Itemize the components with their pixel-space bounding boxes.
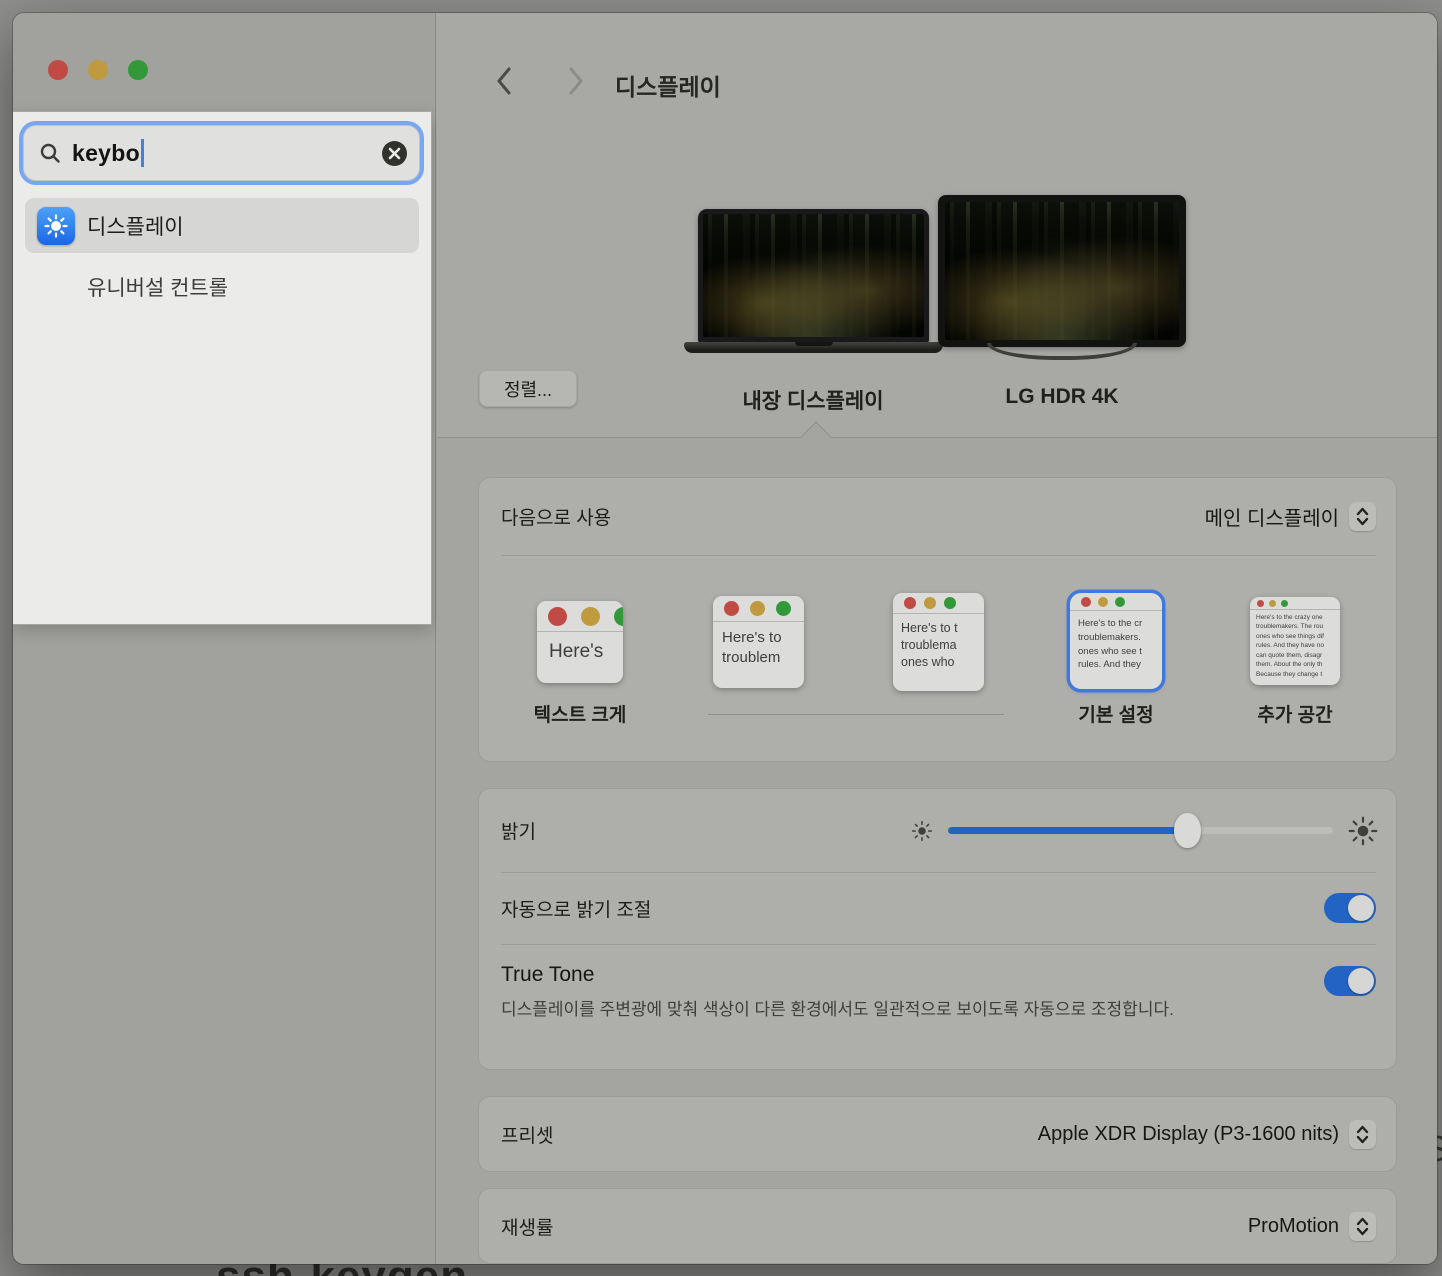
toggle-knob (1348, 895, 1374, 921)
scaling-label-larger-text: 텍스트 크게 (490, 700, 670, 727)
scaling-preview-text: Here's to the crazy one troublemakers. T… (1250, 610, 1340, 679)
scaling-label-more-space: 추가 공간 (1205, 700, 1385, 727)
display-thumbnail-builtin[interactable] (698, 209, 929, 355)
close-button[interactable] (48, 60, 68, 80)
brightness-dim-icon (911, 820, 933, 842)
scaling-option-more-space[interactable]: Here's to the crazy one troublemakers. T… (1250, 597, 1340, 685)
true-tone-toggle[interactable] (1324, 966, 1376, 996)
monitor-stand (987, 343, 1137, 360)
search-input[interactable]: keybo (23, 125, 420, 181)
scaling-preview-text: Here's to troublem (713, 622, 804, 669)
text-caret (141, 139, 144, 167)
search-result-label: 유니버설 컨트롤 (87, 272, 228, 302)
brightness-label: 밝기 (501, 817, 536, 844)
chevron-right-icon (568, 67, 584, 95)
mini-window-titlebar (1070, 593, 1162, 611)
auto-brightness-label: 자동으로 밝기 조절 (501, 895, 651, 922)
true-tone-description: 디스플레이를 주변광에 맞춰 색상이 다른 환경에서도 일관적으로 보이도록 자… (501, 996, 1246, 1024)
card-use-as-scaling: 다음으로 사용 메인 디스플레이 (479, 478, 1396, 761)
mini-window-titlebar (537, 601, 623, 632)
true-tone-label: True Tone (501, 963, 1374, 987)
scaling-preview-text: Here's to the cr troublemakers. ones who… (1070, 611, 1162, 672)
use-as-label: 다음으로 사용 (501, 503, 611, 530)
monitor-frame (938, 195, 1186, 347)
main-content: 디스플레이 내장 디스플레이 LG HDR 4K 정렬... 다음으로 사용 메… (437, 13, 1437, 1264)
preset-label: 프리셋 (501, 1121, 553, 1148)
settings-panel: 다음으로 사용 메인 디스플레이 (437, 437, 1437, 1264)
refresh-rate-value: ProMotion (1248, 1215, 1339, 1238)
stepper-chevrons-icon (1349, 502, 1376, 531)
system-settings-window: keybo (13, 13, 1437, 1264)
sidebar: keybo (13, 13, 436, 1264)
page-title: 디스플레이 (615, 68, 721, 102)
search-icon (39, 142, 61, 164)
refresh-rate-label: 재생률 (501, 1213, 553, 1240)
mini-window-titlebar (1250, 597, 1340, 610)
search-value: keybo (72, 140, 140, 167)
auto-brightness-toggle[interactable] (1324, 893, 1376, 923)
card-refresh-rate: 재생률 ProMotion (479, 1189, 1396, 1263)
wallpaper-image (945, 202, 1179, 340)
scaling-option-default[interactable]: Here's to the cr troublemakers. ones who… (1070, 593, 1162, 689)
brightness-slider[interactable] (948, 827, 1333, 834)
clear-search-button[interactable] (382, 141, 407, 166)
brightness-slider-fill (948, 827, 1187, 834)
chevron-left-icon (496, 67, 512, 95)
mini-window-titlebar (713, 596, 804, 622)
laptop-base (684, 342, 943, 353)
toggle-knob (1348, 968, 1374, 994)
card-brightness: 밝기 (479, 789, 1396, 1069)
arrange-button[interactable]: 정렬... (479, 370, 577, 407)
wallpaper-image (703, 214, 924, 337)
scaling-track-line (708, 714, 1004, 715)
brightness-bright-icon (1348, 816, 1378, 846)
refresh-rate-dropdown[interactable]: ProMotion (1248, 1212, 1376, 1241)
forward-button[interactable] (563, 65, 589, 97)
minimize-button[interactable] (88, 60, 108, 80)
close-icon (388, 147, 401, 160)
display-name-builtin: 내장 디스플레이 (693, 385, 933, 415)
scaling-preview-text: Here's (537, 632, 623, 665)
display-thumbnail-lg[interactable] (938, 195, 1186, 365)
use-as-value: 메인 디스플레이 (1205, 502, 1339, 531)
use-as-dropdown[interactable]: 메인 디스플레이 (1205, 502, 1376, 531)
display-brightness-icon (37, 207, 75, 245)
mini-window-titlebar (893, 593, 984, 614)
scaling-option-larger-text[interactable]: Here's (537, 601, 623, 683)
scaling-option-2[interactable]: Here's to troublem (713, 596, 804, 688)
card-preset: 프리셋 Apple XDR Display (P3-1600 nits) (479, 1097, 1396, 1171)
search-result-universal-control[interactable]: 유니버설 컨트롤 (25, 259, 419, 314)
scaling-preview-text: Here's to t troublema ones who (893, 614, 984, 671)
search-results-panel: keybo (13, 111, 432, 625)
back-button[interactable] (491, 65, 517, 97)
display-name-lg: LG HDR 4K (942, 385, 1182, 409)
search-result-displays[interactable]: 디스플레이 (25, 198, 419, 253)
stepper-chevrons-icon (1349, 1120, 1376, 1149)
selected-display-indicator (800, 421, 831, 452)
preset-value: Apple XDR Display (P3-1600 nits) (1038, 1123, 1339, 1146)
scaling-label-default: 기본 설정 (1026, 700, 1206, 727)
brightness-slider-knob[interactable] (1174, 813, 1201, 848)
zoom-button[interactable] (128, 60, 148, 80)
laptop-screen (698, 209, 929, 343)
preset-dropdown[interactable]: Apple XDR Display (P3-1600 nits) (1038, 1120, 1376, 1149)
scaling-option-3[interactable]: Here's to t troublema ones who (893, 593, 984, 691)
stepper-chevrons-icon (1349, 1212, 1376, 1241)
search-result-label: 디스플레이 (87, 211, 184, 241)
